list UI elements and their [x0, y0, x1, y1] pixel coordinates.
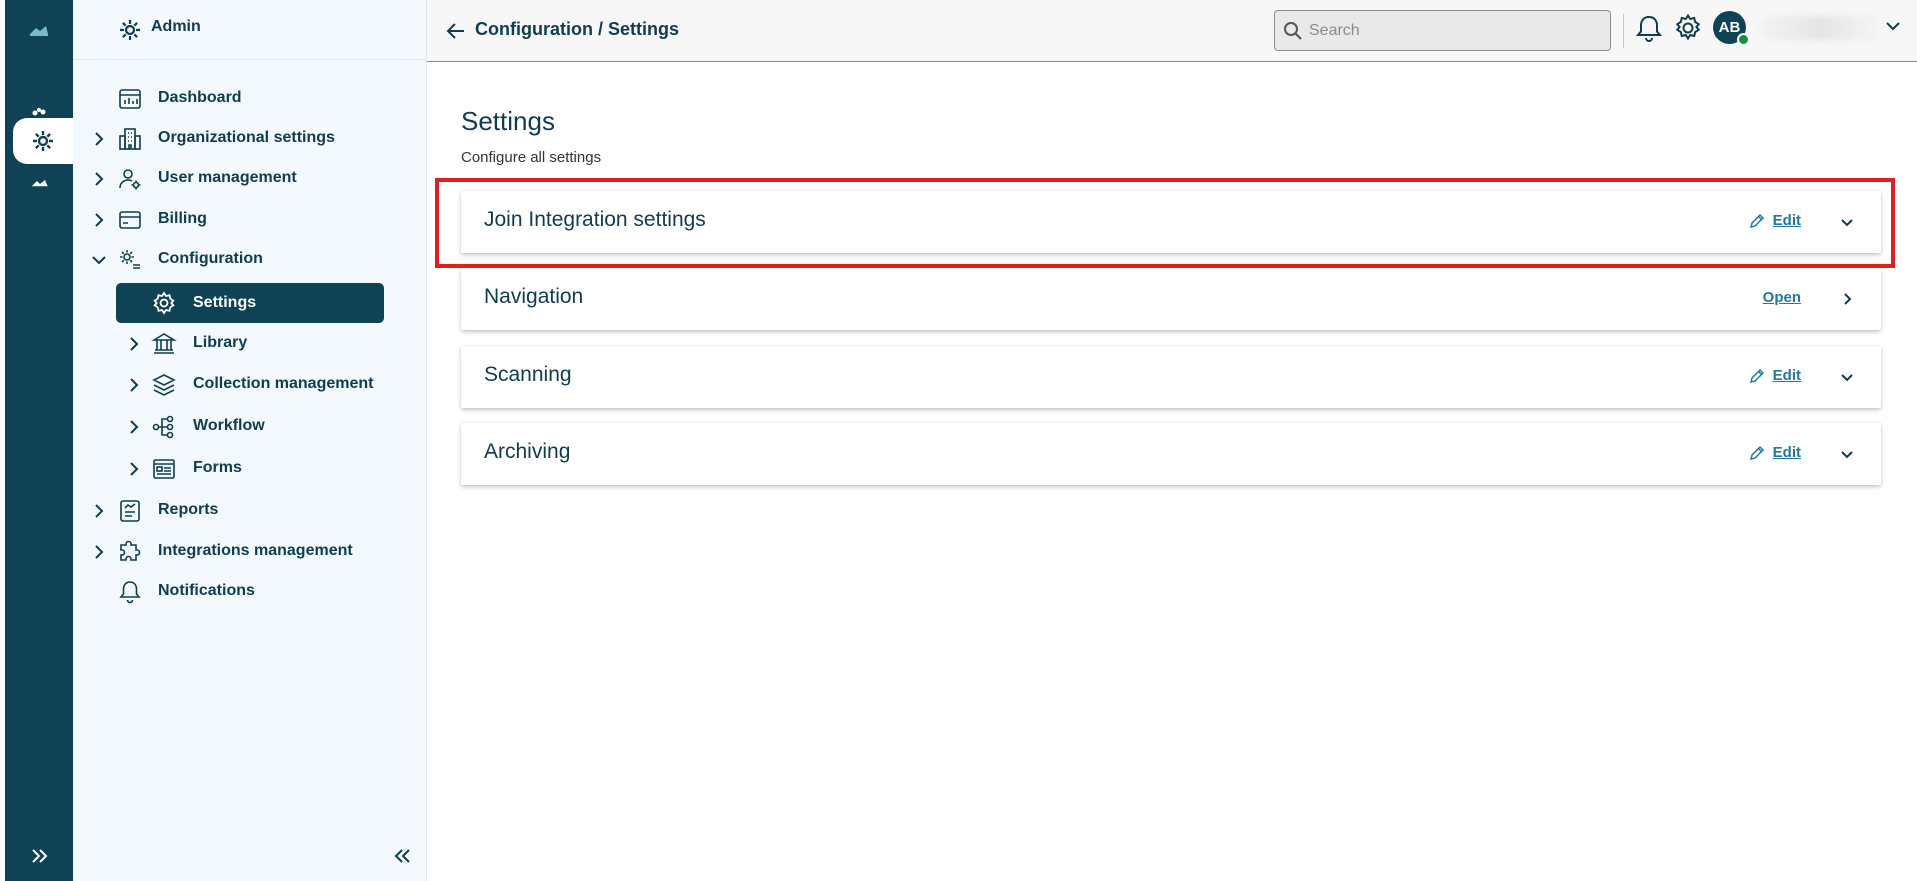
config-gear-icon — [120, 250, 140, 269]
sidebar-item-label: Collection management — [193, 375, 374, 392]
sidebar-item-collection-management[interactable]: Collection management — [73, 366, 427, 404]
chevron-down-icon[interactable] — [1839, 214, 1855, 230]
breadcrumb: Configuration / Settings — [475, 19, 679, 39]
building-icon — [119, 128, 141, 150]
sidebar-item-label: Dashboard — [158, 89, 242, 106]
user-gear-icon — [119, 169, 141, 190]
top-bar: Configuration / Settings AB — [427, 0, 1917, 62]
search-box[interactable] — [1274, 10, 1611, 51]
admin-sidebar: Admin Dashboard Organizational settings … — [73, 0, 427, 881]
chevron-right-icon[interactable] — [91, 171, 107, 187]
sidebar-item-label: Configuration — [158, 250, 263, 267]
chevron-down-icon[interactable] — [91, 252, 107, 268]
sidebar-item-library[interactable]: Library — [73, 325, 427, 363]
sidebar-item-notifications[interactable]: Notifications — [73, 573, 427, 611]
chevron-right-icon[interactable] — [91, 544, 107, 560]
settings-gear-icon — [153, 291, 175, 315]
settings-card-archiving[interactable]: Archiving Edit — [461, 423, 1881, 485]
sidebar-item-workflow[interactable]: Workflow — [73, 408, 427, 446]
sidebar-item-billing[interactable]: Billing — [73, 201, 427, 239]
credit-card-icon — [119, 211, 141, 229]
sidebar-item-label: Organizational settings — [158, 129, 335, 146]
form-icon — [153, 459, 175, 479]
admin-settings-icon[interactable] — [13, 118, 73, 164]
sidebar-item-user-management[interactable]: User management — [73, 160, 427, 198]
workflow-icon — [152, 415, 174, 439]
sidebar-item-label: Settings — [193, 294, 257, 311]
chevron-right-icon[interactable] — [126, 419, 142, 435]
settings-card-join-integration[interactable]: Join Integration settings Edit — [461, 191, 1881, 253]
page-subtitle: Configure all settings — [461, 149, 602, 166]
sidebar-item-configuration[interactable]: Configuration — [73, 241, 427, 279]
admin-gear-icon — [120, 20, 140, 40]
edit-action[interactable]: Edit — [1749, 444, 1801, 461]
toolbar-divider — [1623, 14, 1624, 48]
edit-action[interactable]: Edit — [1749, 212, 1801, 229]
sidebar-item-label: Forms — [193, 459, 242, 476]
search-input[interactable] — [1309, 11, 1604, 50]
sidebar-item-label: Billing — [158, 210, 207, 227]
cloud-icon[interactable] — [5, 160, 73, 206]
sidebar-item-organizational-settings[interactable]: Organizational settings — [73, 120, 427, 158]
sidebar-item-label: Workflow — [193, 417, 265, 434]
chevron-right-icon[interactable] — [126, 461, 142, 477]
sidebar-item-integrations-management[interactable]: Integrations management — [73, 533, 427, 571]
settings-card-navigation[interactable]: Navigation Open — [461, 268, 1881, 330]
chevron-right-icon[interactable] — [91, 131, 107, 147]
puzzle-icon — [120, 540, 141, 561]
notifications-bell-icon[interactable] — [1635, 14, 1663, 44]
library-icon — [151, 333, 177, 354]
app-window: Admin Dashboard Organizational settings … — [0, 0, 1917, 881]
sidebar-item-reports[interactable]: Reports — [73, 492, 427, 530]
sidebar-item-label: Notifications — [158, 582, 255, 599]
chevron-right-icon[interactable] — [126, 336, 142, 352]
collapse-sidebar-icon[interactable] — [391, 845, 413, 867]
sidebar-item-label: Reports — [158, 501, 219, 518]
page-title: Settings — [461, 106, 555, 136]
sidebar-title: Admin — [151, 18, 201, 35]
chevron-right-icon[interactable] — [91, 503, 107, 519]
back-arrow-icon[interactable] — [445, 20, 467, 42]
sidebar-item-forms[interactable]: Forms — [73, 450, 427, 488]
chevron-right-icon[interactable] — [1839, 291, 1855, 307]
open-action[interactable]: Open — [1763, 289, 1801, 307]
bell-icon — [119, 581, 141, 604]
open-link[interactable]: Open — [1763, 289, 1801, 306]
sidebar-item-label: Library — [193, 334, 248, 351]
app-rail — [5, 0, 73, 881]
settings-gear-icon[interactable] — [1673, 13, 1703, 43]
card-title: Archiving — [484, 440, 571, 463]
expand-rail-icon[interactable] — [29, 845, 51, 867]
edit-link[interactable]: Edit — [1773, 212, 1801, 229]
chevron-right-icon[interactable] — [126, 377, 142, 393]
edit-link[interactable]: Edit — [1773, 444, 1801, 461]
chevron-right-icon[interactable] — [91, 212, 107, 228]
report-icon — [120, 500, 140, 522]
sidebar-item-settings[interactable]: Settings — [116, 283, 384, 323]
settings-card-scanning[interactable]: Scanning Edit — [461, 346, 1881, 408]
chevron-down-icon[interactable] — [1839, 446, 1855, 462]
sidebar-item-dashboard[interactable]: Dashboard — [73, 80, 427, 118]
pencil-icon — [1749, 213, 1764, 228]
chevron-down-icon[interactable] — [1839, 369, 1855, 385]
chevron-down-icon[interactable] — [1885, 18, 1901, 34]
dashboard-icon — [119, 89, 141, 109]
app-logo-icon[interactable] — [5, 8, 73, 54]
pencil-icon — [1749, 445, 1764, 460]
sidebar-item-label: Integrations management — [158, 542, 353, 559]
edit-action[interactable]: Edit — [1749, 367, 1801, 384]
pencil-icon — [1749, 368, 1764, 383]
sidebar-item-label: User management — [158, 169, 297, 186]
search-icon — [1284, 22, 1302, 40]
layers-icon — [152, 374, 176, 396]
sidebar-header: Admin — [73, 0, 427, 60]
card-title: Scanning — [484, 363, 572, 386]
card-title: Join Integration settings — [484, 208, 706, 231]
presence-status-icon — [1737, 33, 1750, 46]
user-name-redacted — [1759, 16, 1879, 40]
card-title: Navigation — [484, 285, 584, 308]
edit-link[interactable]: Edit — [1773, 367, 1801, 384]
